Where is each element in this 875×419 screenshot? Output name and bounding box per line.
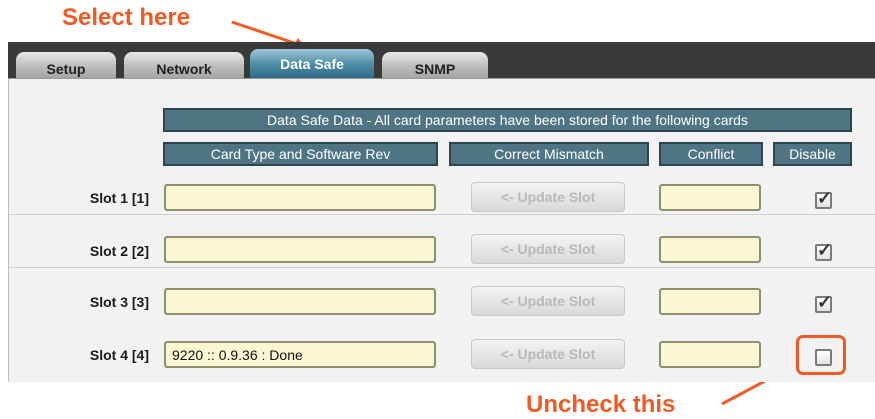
tab-label: Setup bbox=[46, 61, 86, 77]
header-card-type: Card Type and Software Rev bbox=[163, 142, 438, 166]
tab-snmp[interactable]: SNMP bbox=[382, 52, 488, 78]
slot-2-disable-checkbox[interactable]: ✓ bbox=[815, 240, 832, 261]
tab-network[interactable]: Network bbox=[124, 52, 244, 78]
checkbox-highlight-box bbox=[796, 335, 846, 375]
slot-2-card-field bbox=[164, 236, 436, 263]
tab-setup[interactable]: Setup bbox=[16, 52, 116, 78]
slot-4-card-field: 9220 :: 0.9.36 : Done bbox=[164, 341, 436, 368]
slot-3-card-field bbox=[164, 288, 436, 315]
header-conflict: Conflict bbox=[659, 142, 763, 166]
slot-3-conflict-field bbox=[659, 288, 761, 315]
tab-label: SNMP bbox=[414, 61, 456, 77]
slot-3-disable-checkbox[interactable]: ✓ bbox=[815, 292, 832, 313]
annotation-select-here: Select here bbox=[62, 4, 191, 31]
tab-data-safe[interactable]: Data Safe bbox=[250, 49, 374, 78]
slot-1-update-button[interactable]: <- Update Slot bbox=[471, 182, 625, 212]
slot-3-update-button[interactable]: <- Update Slot bbox=[471, 286, 625, 316]
check-mark-icon: ✓ bbox=[817, 292, 833, 312]
row-divider bbox=[9, 214, 875, 215]
header-correct-mismatch: Correct Mismatch bbox=[449, 142, 649, 166]
header-disable: Disable bbox=[773, 142, 852, 166]
slot-4-update-button[interactable]: <- Update Slot bbox=[471, 339, 625, 369]
slot-1-label: Slot 1 [1] bbox=[89, 190, 149, 206]
annotation-uncheck-this: Uncheck this bbox=[526, 391, 676, 418]
slot-4-label: Slot 4 [4] bbox=[89, 347, 149, 363]
slot-1-disable-checkbox[interactable]: ✓ bbox=[815, 188, 832, 209]
banner-header: Data Safe Data - All card parameters hav… bbox=[163, 108, 852, 132]
slot-1-conflict-field bbox=[659, 184, 761, 211]
slot-1-card-field bbox=[164, 184, 436, 211]
check-mark-icon: ✓ bbox=[817, 240, 833, 260]
check-mark-icon: ✓ bbox=[817, 188, 833, 208]
tab-label: Data Safe bbox=[280, 56, 344, 72]
slot-4-conflict-field bbox=[659, 341, 761, 368]
row-divider bbox=[9, 267, 875, 268]
slot-3-label: Slot 3 [3] bbox=[89, 294, 149, 310]
tab-label: Network bbox=[156, 61, 212, 77]
slot-2-label: Slot 2 [2] bbox=[89, 243, 149, 259]
slot-2-conflict-field bbox=[659, 236, 761, 263]
slot-2-update-button[interactable]: <- Update Slot bbox=[471, 234, 625, 264]
tab-strip: Setup Network Data Safe SNMP bbox=[8, 42, 875, 81]
data-safe-panel: Data Safe Data - All card parameters hav… bbox=[8, 79, 875, 382]
